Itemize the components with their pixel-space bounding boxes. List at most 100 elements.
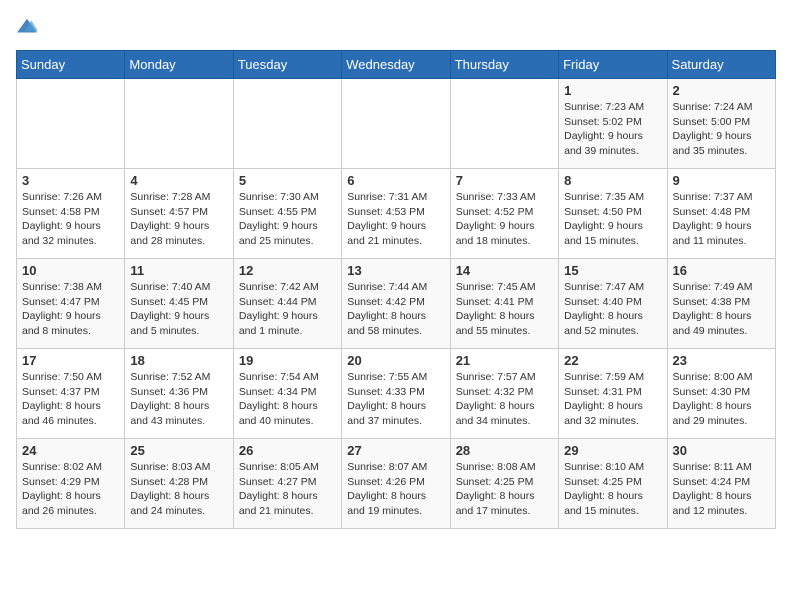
day-number: 16	[673, 263, 770, 278]
calendar-cell: 9 Sunrise: 7:37 AM Sunset: 4:48 PM Daylig…	[667, 169, 775, 259]
calendar-cell: 14 Sunrise: 7:45 AM Sunset: 4:41 PM Dayli…	[450, 259, 558, 349]
day-info: Sunrise: 7:49 AM Sunset: 4:38 PM Dayligh…	[673, 280, 770, 339]
day-number: 17	[22, 353, 119, 368]
day-number: 28	[456, 443, 553, 458]
weekday-header-thursday: Thursday	[450, 51, 558, 79]
calendar-week-5: 24Sunrise: 8:02 AM Sunset: 4:29 PM Dayli…	[17, 439, 776, 529]
calendar-cell: 7 Sunrise: 7:33 AM Sunset: 4:52 PM Daylig…	[450, 169, 558, 259]
day-number: 4	[130, 173, 227, 188]
calendar-cell: 23Sunrise: 8:00 AM Sunset: 4:30 PM Dayli…	[667, 349, 775, 439]
day-number: 7	[456, 173, 553, 188]
day-info: Sunrise: 7:54 AM Sunset: 4:34 PM Dayligh…	[239, 370, 336, 429]
day-number: 18	[130, 353, 227, 368]
calendar-cell: 16 Sunrise: 7:49 AM Sunset: 4:38 PM Dayli…	[667, 259, 775, 349]
calendar-week-1: 1 Sunrise: 7:23 AM Sunset: 5:02 PM Daylig…	[17, 79, 776, 169]
day-number: 25	[130, 443, 227, 458]
calendar-cell: 12 Sunrise: 7:42 AM Sunset: 4:44 PM Dayli…	[233, 259, 341, 349]
day-info: Sunrise: 7:40 AM Sunset: 4:45 PM Dayligh…	[130, 280, 227, 339]
calendar-cell: 25 Sunrise: 8:03 AM Sunset: 4:28 PM Dayli…	[125, 439, 233, 529]
day-info: Sunrise: 7:26 AM Sunset: 4:58 PM Dayligh…	[22, 190, 119, 249]
weekday-header-wednesday: Wednesday	[342, 51, 450, 79]
day-info: Sunrise: 8:00 AM Sunset: 4:30 PM Dayligh…	[673, 370, 770, 429]
header	[16, 16, 776, 38]
calendar-cell: 30 Sunrise: 8:11 AM Sunset: 4:24 PM Dayli…	[667, 439, 775, 529]
calendar-cell: 24Sunrise: 8:02 AM Sunset: 4:29 PM Dayli…	[17, 439, 125, 529]
day-info: Sunrise: 7:42 AM Sunset: 4:44 PM Dayligh…	[239, 280, 336, 339]
calendar-cell: 3 Sunrise: 7:26 AM Sunset: 4:58 PM Daylig…	[17, 169, 125, 259]
calendar-cell: 15 Sunrise: 7:47 AM Sunset: 4:40 PM Dayli…	[559, 259, 667, 349]
calendar-cell: 8 Sunrise: 7:35 AM Sunset: 4:50 PM Daylig…	[559, 169, 667, 259]
day-info: Sunrise: 7:28 AM Sunset: 4:57 PM Dayligh…	[130, 190, 227, 249]
calendar-week-2: 3 Sunrise: 7:26 AM Sunset: 4:58 PM Daylig…	[17, 169, 776, 259]
calendar: SundayMondayTuesdayWednesdayThursdayFrid…	[16, 50, 776, 529]
day-info: Sunrise: 7:52 AM Sunset: 4:36 PM Dayligh…	[130, 370, 227, 429]
weekday-header-saturday: Saturday	[667, 51, 775, 79]
day-info: Sunrise: 7:45 AM Sunset: 4:41 PM Dayligh…	[456, 280, 553, 339]
weekday-header-friday: Friday	[559, 51, 667, 79]
day-number: 21	[456, 353, 553, 368]
day-info: Sunrise: 7:35 AM Sunset: 4:50 PM Dayligh…	[564, 190, 661, 249]
day-info: Sunrise: 7:31 AM Sunset: 4:53 PM Dayligh…	[347, 190, 444, 249]
calendar-cell: 18 Sunrise: 7:52 AM Sunset: 4:36 PM Dayli…	[125, 349, 233, 439]
weekday-header-sunday: Sunday	[17, 51, 125, 79]
day-number: 12	[239, 263, 336, 278]
weekday-header-row: SundayMondayTuesdayWednesdayThursdayFrid…	[17, 51, 776, 79]
calendar-header: SundayMondayTuesdayWednesdayThursdayFrid…	[17, 51, 776, 79]
day-number: 24	[22, 443, 119, 458]
day-number: 29	[564, 443, 661, 458]
calendar-cell	[450, 79, 558, 169]
calendar-cell: 13 Sunrise: 7:44 AM Sunset: 4:42 PM Dayli…	[342, 259, 450, 349]
day-info: Sunrise: 8:10 AM Sunset: 4:25 PM Dayligh…	[564, 460, 661, 519]
calendar-cell: 22 Sunrise: 7:59 AM Sunset: 4:31 PM Dayli…	[559, 349, 667, 439]
day-number: 27	[347, 443, 444, 458]
calendar-cell: 2 Sunrise: 7:24 AM Sunset: 5:00 PM Daylig…	[667, 79, 775, 169]
day-number: 1	[564, 83, 661, 98]
calendar-cell: 11 Sunrise: 7:40 AM Sunset: 4:45 PM Dayli…	[125, 259, 233, 349]
day-info: Sunrise: 8:11 AM Sunset: 4:24 PM Dayligh…	[673, 460, 770, 519]
calendar-week-3: 10 Sunrise: 7:38 AM Sunset: 4:47 PM Dayli…	[17, 259, 776, 349]
day-info: Sunrise: 7:24 AM Sunset: 5:00 PM Dayligh…	[673, 100, 770, 159]
day-info: Sunrise: 8:07 AM Sunset: 4:26 PM Dayligh…	[347, 460, 444, 519]
day-info: Sunrise: 7:37 AM Sunset: 4:48 PM Dayligh…	[673, 190, 770, 249]
day-number: 9	[673, 173, 770, 188]
day-number: 10	[22, 263, 119, 278]
day-info: Sunrise: 7:47 AM Sunset: 4:40 PM Dayligh…	[564, 280, 661, 339]
day-info: Sunrise: 8:05 AM Sunset: 4:27 PM Dayligh…	[239, 460, 336, 519]
calendar-cell: 4 Sunrise: 7:28 AM Sunset: 4:57 PM Daylig…	[125, 169, 233, 259]
day-info: Sunrise: 7:50 AM Sunset: 4:37 PM Dayligh…	[22, 370, 119, 429]
day-number: 2	[673, 83, 770, 98]
calendar-week-4: 17 Sunrise: 7:50 AM Sunset: 4:37 PM Dayli…	[17, 349, 776, 439]
day-number: 11	[130, 263, 227, 278]
day-number: 14	[456, 263, 553, 278]
calendar-cell: 19Sunrise: 7:54 AM Sunset: 4:34 PM Dayli…	[233, 349, 341, 439]
day-info: Sunrise: 7:33 AM Sunset: 4:52 PM Dayligh…	[456, 190, 553, 249]
day-number: 15	[564, 263, 661, 278]
day-number: 13	[347, 263, 444, 278]
calendar-cell	[17, 79, 125, 169]
calendar-cell	[342, 79, 450, 169]
day-number: 8	[564, 173, 661, 188]
calendar-cell: 26 Sunrise: 8:05 AM Sunset: 4:27 PM Dayli…	[233, 439, 341, 529]
calendar-cell: 1 Sunrise: 7:23 AM Sunset: 5:02 PM Daylig…	[559, 79, 667, 169]
calendar-cell: 28Sunrise: 8:08 AM Sunset: 4:25 PM Dayli…	[450, 439, 558, 529]
day-number: 3	[22, 173, 119, 188]
day-info: Sunrise: 7:59 AM Sunset: 4:31 PM Dayligh…	[564, 370, 661, 429]
calendar-cell: 21Sunrise: 7:57 AM Sunset: 4:32 PM Dayli…	[450, 349, 558, 439]
day-number: 5	[239, 173, 336, 188]
calendar-cell: 20 Sunrise: 7:55 AM Sunset: 4:33 PM Dayli…	[342, 349, 450, 439]
day-info: Sunrise: 7:30 AM Sunset: 4:55 PM Dayligh…	[239, 190, 336, 249]
calendar-cell	[233, 79, 341, 169]
day-info: Sunrise: 8:03 AM Sunset: 4:28 PM Dayligh…	[130, 460, 227, 519]
day-info: Sunrise: 7:55 AM Sunset: 4:33 PM Dayligh…	[347, 370, 444, 429]
calendar-cell: 29 Sunrise: 8:10 AM Sunset: 4:25 PM Dayli…	[559, 439, 667, 529]
day-number: 6	[347, 173, 444, 188]
day-info: Sunrise: 7:38 AM Sunset: 4:47 PM Dayligh…	[22, 280, 119, 339]
day-number: 22	[564, 353, 661, 368]
day-info: Sunrise: 7:23 AM Sunset: 5:02 PM Dayligh…	[564, 100, 661, 159]
calendar-body: 1 Sunrise: 7:23 AM Sunset: 5:02 PM Daylig…	[17, 79, 776, 529]
calendar-cell: 27 Sunrise: 8:07 AM Sunset: 4:26 PM Dayli…	[342, 439, 450, 529]
day-number: 20	[347, 353, 444, 368]
day-number: 26	[239, 443, 336, 458]
day-info: Sunrise: 7:44 AM Sunset: 4:42 PM Dayligh…	[347, 280, 444, 339]
day-number: 30	[673, 443, 770, 458]
